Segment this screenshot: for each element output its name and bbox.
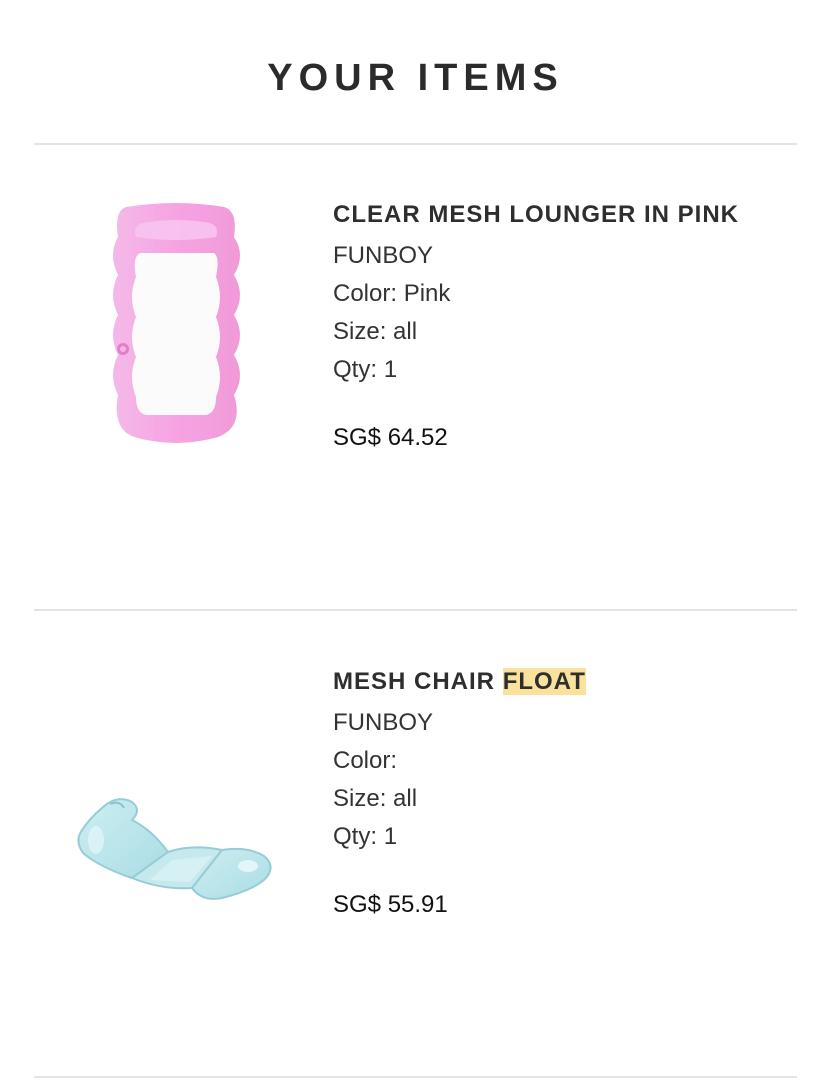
item-divider [34, 609, 797, 611]
product-qty: Qty: 1 [333, 818, 803, 856]
item-details-1: CLEAR MESH LOUNGER IN PINK FUNBOY Color:… [333, 200, 803, 453]
qty-value: 1 [383, 823, 398, 850]
color-value: Pink [403, 280, 451, 307]
bottom-divider [34, 1076, 797, 1078]
product-name[interactable]: MESH CHAIR FLOAT [333, 667, 803, 697]
qty-value: 1 [383, 356, 398, 383]
product-name-highlight: FLOAT [502, 668, 586, 695]
size-label: Size: [333, 785, 387, 812]
color-label: Color: [333, 280, 398, 307]
color-label: Color: [333, 747, 398, 774]
page-title: YOUR ITEMS [267, 57, 564, 99]
product-qty: Qty: 1 [333, 351, 803, 389]
product-brand: FUNBOY [333, 242, 434, 269]
product-name-main: MESH CHAIR [333, 668, 496, 695]
blue-mesh-chair-icon [77, 798, 272, 900]
item-details-2: MESH CHAIR FLOAT FUNBOY Color: Size: all… [333, 667, 803, 920]
product-image-pink-lounger[interactable] [106, 197, 246, 447]
qty-label: Qty: [333, 356, 378, 383]
size-value: all [393, 785, 418, 812]
qty-label: Qty: [333, 823, 378, 850]
product-color: Color: [333, 742, 803, 780]
product-brand: FUNBOY [333, 709, 434, 736]
size-value: all [393, 318, 418, 345]
top-divider [34, 143, 797, 145]
product-price: SG$ 55.91 [333, 891, 448, 918]
size-label: Size: [333, 318, 387, 345]
product-size: Size: all [333, 313, 803, 351]
pink-lounger-icon [113, 203, 240, 443]
product-image-mesh-chair[interactable] [72, 790, 278, 918]
product-size: Size: all [333, 780, 803, 818]
product-color: Color: Pink [333, 275, 803, 313]
product-name[interactable]: CLEAR MESH LOUNGER IN PINK [333, 200, 803, 230]
product-price: SG$ 64.52 [333, 424, 448, 451]
